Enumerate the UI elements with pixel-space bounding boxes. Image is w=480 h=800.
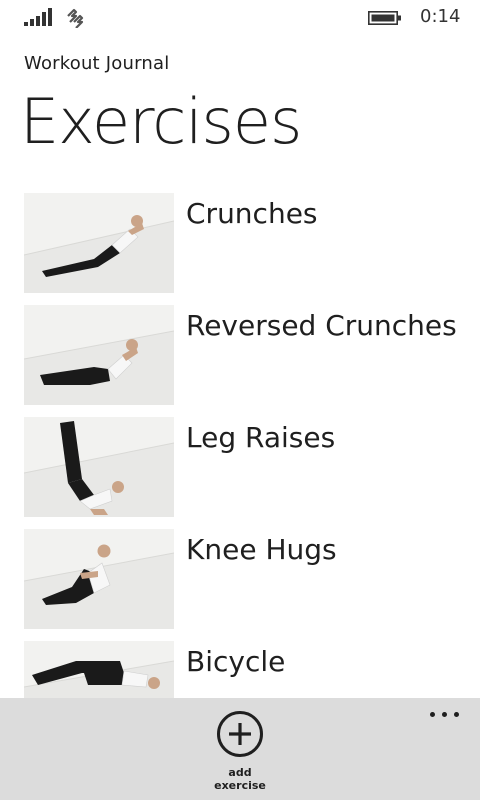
ellipsis-icon[interactable]: [426, 706, 462, 722]
exercise-list: Crunches Reversed Crunches Leg Raises Kn…: [0, 193, 480, 698]
list-item[interactable]: Leg Raises: [24, 417, 464, 517]
list-item[interactable]: Bicycle: [24, 641, 464, 698]
list-item[interactable]: Reversed Crunches: [24, 305, 464, 405]
reversed-crunches-photo: [24, 305, 174, 405]
exercise-name: Reversed Crunches: [186, 309, 457, 342]
battery-icon: [368, 11, 401, 25]
leg-raises-photo: [24, 417, 174, 517]
exercise-name: Crunches: [186, 197, 318, 230]
data-connection-icon: [67, 8, 84, 28]
status-time: 0:14: [420, 6, 461, 27]
exercise-name: Bicycle: [186, 645, 286, 678]
list-item[interactable]: Knee Hugs: [24, 529, 464, 629]
add-exercise-button[interactable]: add exercise: [200, 710, 280, 798]
add-exercise-label-line1: add: [228, 766, 252, 779]
signal-strength-icon: [24, 8, 54, 26]
app-title: Workout Journal: [24, 53, 170, 74]
add-circle-icon: [217, 711, 263, 757]
exercise-name: Leg Raises: [186, 421, 336, 454]
exercise-name: Knee Hugs: [186, 533, 337, 566]
knee-hugs-photo: [24, 529, 174, 629]
list-item[interactable]: Crunches: [24, 193, 464, 293]
add-exercise-label: add exercise: [200, 766, 280, 792]
bicycle-photo: [24, 641, 174, 698]
add-exercise-label-line2: exercise: [214, 779, 266, 792]
app-bar: add exercise: [0, 698, 480, 800]
page-title: Exercises: [20, 85, 302, 158]
status-bar: 0:14: [0, 0, 480, 34]
crunches-photo: [24, 193, 174, 293]
